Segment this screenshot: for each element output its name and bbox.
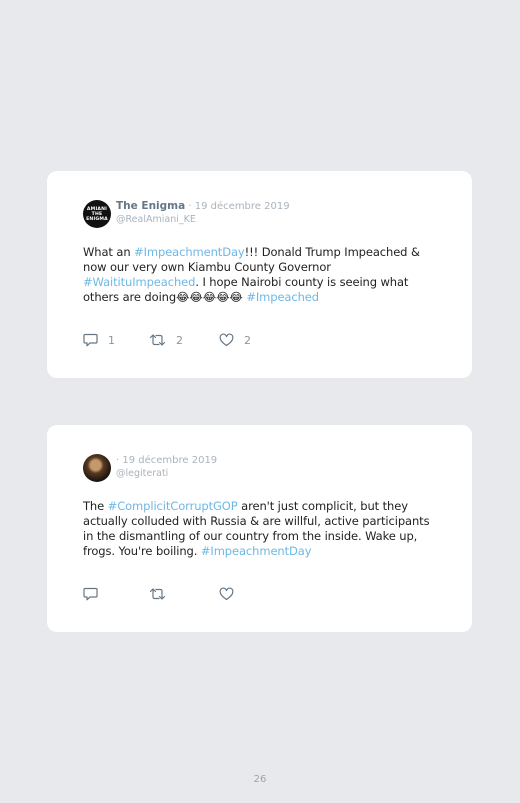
tweet-text: What an #ImpeachmentDay!!! Donald Trump … [83, 245, 443, 305]
hashtag-link[interactable]: #ImpeachmentDay [201, 544, 312, 558]
author-handle[interactable]: @legiterati [116, 468, 168, 479]
like-button[interactable]: 2 [219, 333, 251, 347]
page-number: 26 [253, 774, 267, 785]
reply-button[interactable] [83, 587, 108, 601]
hashtag-link[interactable]: #WaitituImpeached [83, 275, 195, 289]
retweet-button[interactable]: 2 [149, 333, 183, 347]
like-button[interactable] [219, 587, 244, 601]
avatar-logo-text: AMIANI THE ENIGMA [86, 206, 108, 222]
tweet-card: AMIANI THE ENIGMA The Enigma · 19 décemb… [47, 171, 472, 378]
tweet-date: · 19 décembre 2019 [188, 201, 290, 212]
tweet-header: The Enigma · 19 décembre 2019 [116, 200, 290, 212]
retweet-button[interactable] [149, 587, 176, 601]
tweet-text: The #ComplicitCorruptGOP aren't just com… [83, 499, 443, 559]
retweet-icon [149, 334, 166, 346]
reply-count: 1 [108, 333, 115, 347]
tweet-text-segment: What an [83, 245, 135, 259]
avatar[interactable]: AMIANI THE ENIGMA [83, 200, 111, 228]
hashtag-link[interactable]: #ImpeachmentDay [134, 245, 245, 259]
hashtag-link[interactable]: #Impeached [246, 290, 319, 304]
like-icon [219, 333, 234, 347]
retweet-icon [149, 588, 166, 600]
hashtag-link[interactable]: #ComplicitCorruptGOP [108, 499, 238, 513]
reply-icon [83, 587, 98, 601]
author-name[interactable]: The Enigma [116, 200, 185, 212]
tweet-card: · 19 décembre 2019 @legiterati The #Comp… [47, 425, 472, 632]
tweet-text-segment: The [83, 499, 108, 513]
author-handle[interactable]: @RealAmiani_KE [116, 214, 196, 225]
avatar[interactable] [83, 454, 111, 482]
tweet-header: · 19 décembre 2019 [116, 454, 217, 466]
like-icon [219, 587, 234, 601]
tweet-date: · 19 décembre 2019 [116, 455, 218, 466]
reply-button[interactable]: 1 [83, 333, 115, 347]
reply-icon [83, 333, 98, 347]
like-count: 2 [244, 333, 251, 347]
retweet-count: 2 [176, 333, 183, 347]
